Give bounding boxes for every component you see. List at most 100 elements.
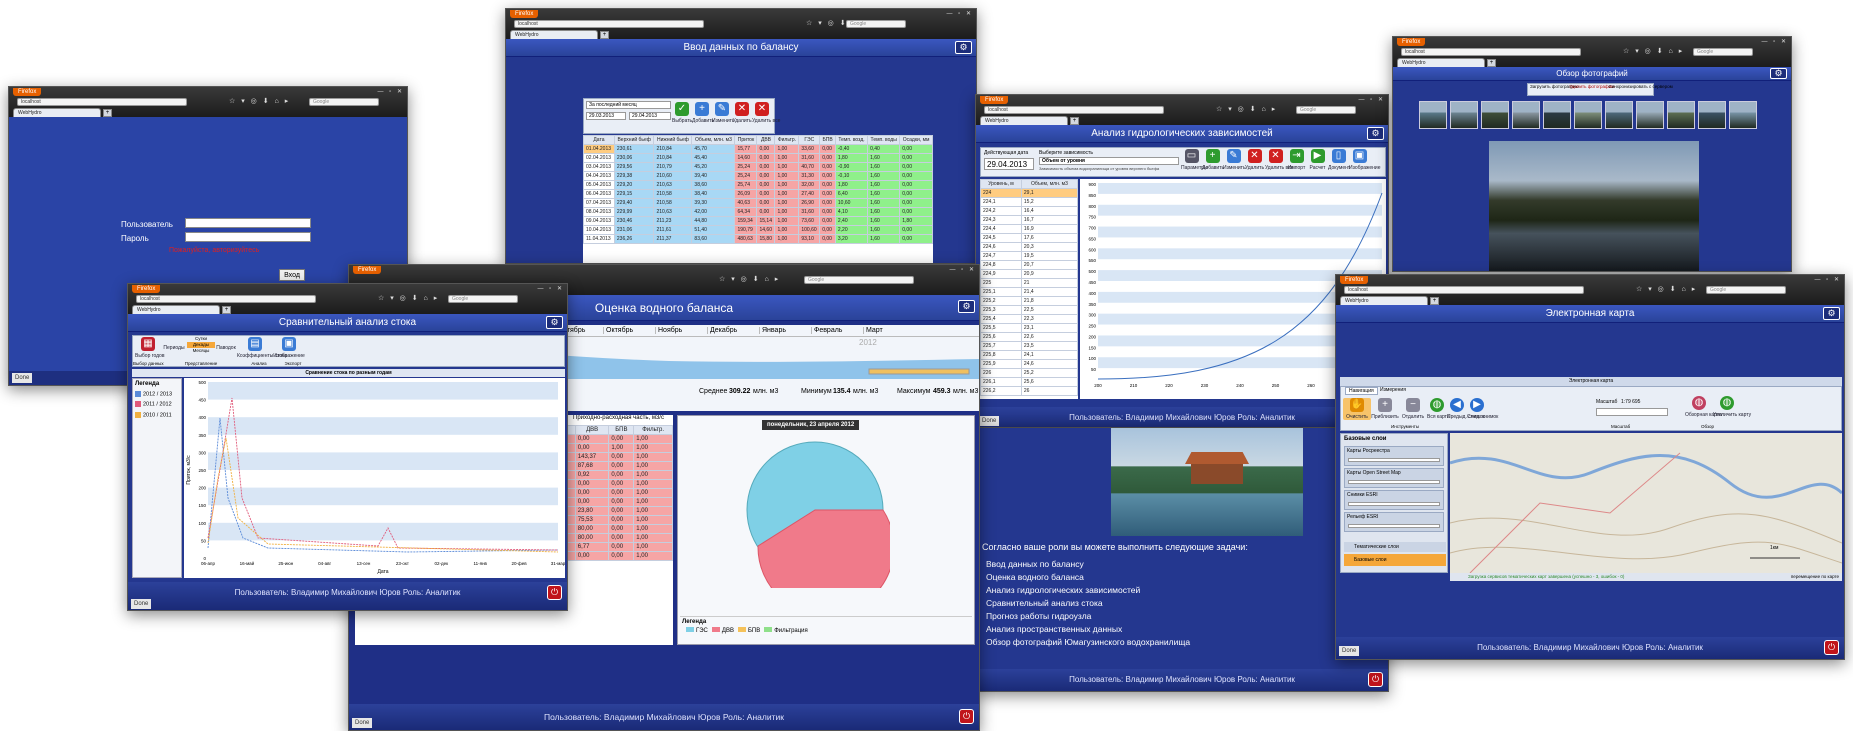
exit-icon[interactable]: ⏻ (1824, 640, 1839, 655)
table-cell[interactable]: 25,24 (734, 171, 758, 181)
table-row[interactable]: 224,9 20,9 (980, 269, 1078, 279)
table-cell[interactable]: 3,20 (834, 234, 869, 244)
table-cell[interactable]: 06.04.2013 (583, 189, 615, 199)
window-controls[interactable]: — ▫ ✕ (947, 10, 974, 17)
search-box[interactable]: Google (309, 98, 379, 106)
edit-button[interactable]: ✎ Изменить (1223, 149, 1246, 171)
image-button[interactable]: ▣ Изображение (1349, 149, 1381, 171)
gear-icon[interactable]: ⚙ (546, 316, 563, 329)
table-cell[interactable]: 32,00 (798, 180, 821, 190)
table-cell[interactable]: 0,00 (899, 144, 933, 154)
column-header[interactable]: Приток (734, 135, 758, 145)
table-cell[interactable]: 1,00 (774, 189, 800, 199)
column-header[interactable]: ГЭС (798, 135, 821, 145)
image-button[interactable]: ▣ Изображение (273, 337, 305, 359)
table-cell[interactable]: 1,00 (633, 470, 673, 480)
table-row[interactable]: 08.04.2013 229,99 210,63 42,00 64,34 0,00 1,00… (583, 207, 933, 217)
sync-photo-button[interactable]: Синхронизировать с сервером (1609, 84, 1673, 90)
table-cell[interactable]: 0,00 (756, 171, 776, 181)
table-cell[interactable]: 10,60 (834, 198, 869, 208)
table-cell[interactable]: 210,63 (653, 207, 693, 217)
table-cell[interactable]: 08.04.2013 (583, 207, 615, 217)
table-cell[interactable]: 0,00 (819, 225, 836, 235)
username-input[interactable] (185, 218, 311, 228)
legend-item[interactable]: 2010 / 2011 (133, 410, 181, 420)
table-cell[interactable]: 211,37 (653, 234, 693, 244)
table-cell[interactable]: 0,00 (574, 497, 610, 507)
photo-thumbnail[interactable] (1574, 101, 1602, 129)
table-cell[interactable]: 1,00 (774, 207, 800, 217)
table-cell[interactable]: 45,70 (691, 144, 736, 154)
table-cell[interactable]: 64,34 (734, 207, 758, 217)
params-button[interactable]: ▭ Параметры (1181, 149, 1208, 171)
exit-icon[interactable]: ⏻ (959, 709, 974, 724)
window-controls[interactable]: — ▫ ✕ (1762, 38, 1789, 45)
table-cell[interactable]: 0,00 (608, 542, 635, 552)
toolbar-icons[interactable]: ☆ ▾ ◎ ⬇ ⌂ ▸ (719, 275, 780, 283)
table-cell[interactable]: 21,4 (1020, 287, 1078, 297)
login-button[interactable]: Вход (279, 269, 305, 281)
task-link[interactable]: Оценка водного баланса (986, 571, 1190, 584)
thematic-layers-item[interactable]: Тематические слои (1344, 542, 1446, 552)
search-box[interactable]: Google (1693, 48, 1753, 56)
browser-tab[interactable]: WebHydro (1340, 296, 1428, 305)
table-cell[interactable]: 1,00 (774, 225, 800, 235)
gear-icon[interactable]: ⚙ (955, 41, 972, 54)
table-row[interactable]: 225,6 22,6 (980, 332, 1078, 342)
photo-thumbnail[interactable] (1698, 101, 1726, 129)
table-row[interactable]: 06.04.2013 229,15 210,58 38,40 26,09 0,00 1,00… (583, 189, 933, 199)
table-cell[interactable]: 1,00 (774, 162, 800, 172)
table-cell[interactable]: 229,20 (613, 180, 655, 190)
table-cell[interactable]: 226,1 (980, 377, 1022, 387)
calc-button[interactable]: ▶ Расчет (1307, 149, 1328, 171)
exit-icon[interactable]: ⏻ (547, 585, 562, 600)
table-cell[interactable]: 42,00 (691, 207, 736, 217)
table-cell[interactable]: 0,00 (574, 488, 610, 498)
photo-thumbnail[interactable] (1636, 101, 1664, 129)
table-cell[interactable]: 0,00 (608, 506, 635, 516)
table-cell[interactable]: 229,99 (613, 207, 655, 217)
table-cell[interactable]: 0,00 (819, 198, 836, 208)
table-cell[interactable]: 26,90 (798, 198, 821, 208)
table-cell[interactable]: 39,40 (691, 171, 736, 181)
firefox-menu-button[interactable]: Firefox (510, 10, 539, 18)
table-row[interactable]: 224,8 20,7 (980, 260, 1078, 270)
table-cell[interactable]: 15,77 (734, 144, 758, 154)
window-controls[interactable]: — ▫ ✕ (1815, 276, 1842, 283)
table-cell[interactable]: 0,00 (899, 207, 933, 217)
toolbar-icons[interactable]: ☆ ▾ ◎ ⬇ ⌂ ▸ (378, 294, 439, 302)
table-cell[interactable]: 1,00 (633, 488, 673, 498)
table-row[interactable]: 224,1 15,2 (980, 197, 1078, 207)
table-cell[interactable]: 0,00 (819, 189, 836, 199)
table-cell[interactable]: 20,7 (1020, 260, 1078, 270)
column-header[interactable]: Фильтр. (774, 135, 800, 145)
table-cell[interactable]: 229,40 (613, 198, 655, 208)
toolbar-icons[interactable]: ☆ ▾ ◎ ⬇ ⌂ ▸ (1636, 285, 1697, 293)
table-row[interactable]: 226,2 26 (980, 386, 1078, 396)
timeline-scroll-thumb[interactable] (868, 368, 970, 375)
table-cell[interactable]: 210,60 (653, 171, 693, 181)
table-cell[interactable]: 21,8 (1020, 296, 1078, 306)
table-cell[interactable]: 190,79 (734, 225, 758, 235)
new-tab-button[interactable]: + (222, 306, 231, 314)
table-cell[interactable]: 210,84 (653, 153, 693, 163)
table-cell[interactable]: 0,00 (756, 180, 776, 190)
table-cell[interactable]: 210,58 (653, 198, 693, 208)
table-row[interactable]: 224,3 16,7 (980, 215, 1078, 225)
table-cell[interactable]: 224,1 (980, 197, 1022, 207)
browser-tab[interactable]: WebHydro (1397, 58, 1485, 67)
table-row[interactable]: 225,3 22,5 (980, 305, 1078, 315)
table-cell[interactable]: 211,61 (653, 225, 693, 235)
table-cell[interactable]: 0,00 (819, 234, 836, 244)
table-cell[interactable]: 226 (980, 368, 1022, 378)
table-cell[interactable]: 23,1 (1020, 323, 1078, 333)
table-cell[interactable]: 210,63 (653, 180, 693, 190)
table-cell[interactable]: 0,00 (574, 551, 610, 561)
firefox-menu-button[interactable]: Firefox (13, 88, 42, 96)
table-cell[interactable]: 1,00 (633, 479, 673, 489)
table-cell[interactable]: 02.04.2013 (583, 153, 615, 163)
table-cell[interactable]: 225,1 (980, 287, 1022, 297)
date-to-field[interactable]: 29.04.2013 (629, 112, 671, 120)
table-row[interactable]: 224,5 17,6 (980, 233, 1078, 243)
task-link[interactable]: Сравнительный анализ стока (986, 597, 1190, 610)
